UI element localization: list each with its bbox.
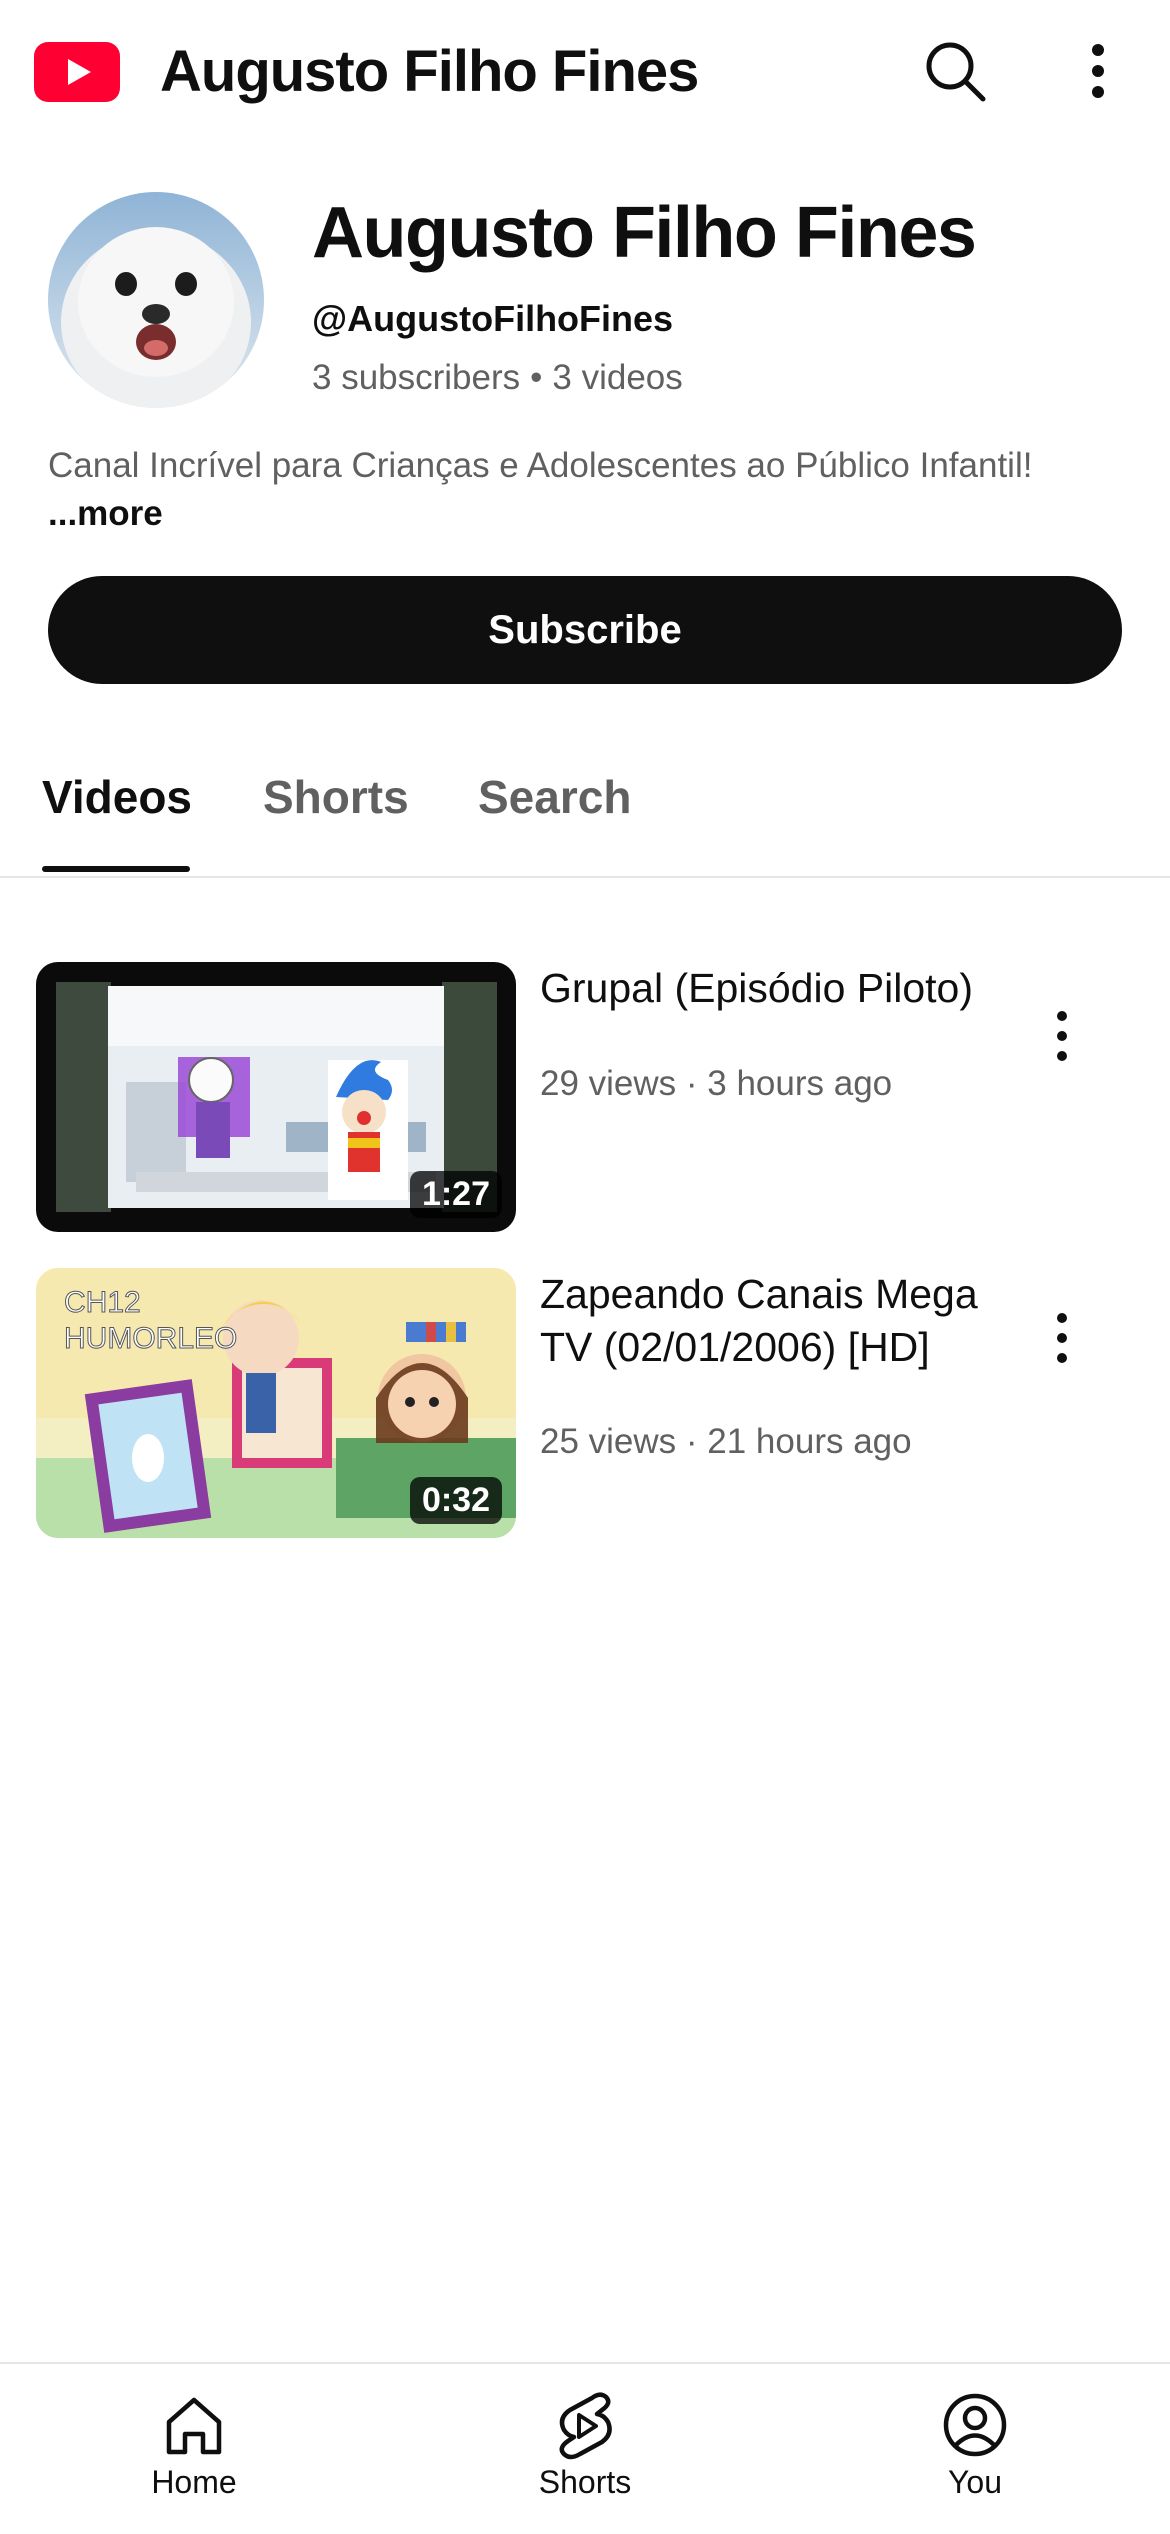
youtube-logo-icon[interactable] <box>34 42 120 102</box>
video-thumbnail[interactable]: CH12 HUMORLEO 0:32 <box>36 1268 516 1538</box>
video-meta: 29 views · 3 hours ago <box>540 1064 893 1103</box>
nav-home[interactable]: Home <box>94 2390 294 2501</box>
active-tab-indicator <box>42 866 190 872</box>
subscriber-count: 3 subscribers <box>312 358 521 397</box>
video-list-item[interactable]: CH12 HUMORLEO 0:32 Zapeando Canais Mega … <box>0 1268 1170 1538</box>
channel-handle: @AugustoFilhoFines <box>312 298 674 339</box>
tab-videos[interactable]: Videos <box>42 770 192 824</box>
bottom-navigation: Home Shorts You <box>0 2362 1170 2534</box>
more-link[interactable]: ...more <box>48 494 163 534</box>
nav-shorts-label: Shorts <box>538 2464 632 2500</box>
home-icon <box>166 2397 222 2455</box>
tab-shorts[interactable]: Shorts <box>263 770 409 824</box>
app-bar-title: Augusto Filho Fines <box>160 39 699 104</box>
channel-tabs: Videos Shorts Search <box>0 740 1170 878</box>
search-icon[interactable] <box>920 36 990 106</box>
thumb-overlay-line-2: HUMORLEO <box>64 1322 237 1355</box>
channel-stats: 3 subscribers • 3 videos <box>312 358 683 398</box>
video-more-icon[interactable] <box>1040 1308 1084 1368</box>
video-more-icon[interactable] <box>1040 1006 1084 1066</box>
separator-dot: • <box>530 358 543 397</box>
video-title[interactable]: Grupal (Episódio Piloto) <box>540 962 980 1015</box>
nav-home-label: Home <box>151 2464 237 2500</box>
video-list-item[interactable]: 1:27 Grupal (Episódio Piloto) 29 views ·… <box>0 962 1170 1232</box>
account-icon <box>943 2393 1007 2457</box>
video-duration: 0:32 <box>409 1477 502 1524</box>
nav-you-label: You <box>948 2464 1002 2500</box>
channel-avatar[interactable] <box>48 192 264 408</box>
nav-shorts[interactable]: Shorts <box>485 2390 685 2501</box>
more-vert-icon[interactable] <box>1070 36 1126 106</box>
seal-avatar-image <box>48 192 264 408</box>
video-duration: 1:27 <box>409 1171 502 1218</box>
tab-search[interactable]: Search <box>478 770 631 824</box>
channel-description[interactable]: Canal Incrível para Crianças e Adolescen… <box>48 446 1032 486</box>
thumb-overlay-line-1: CH12 <box>64 1286 141 1319</box>
shorts-icon <box>559 2392 612 2460</box>
video-count: 3 videos <box>552 358 683 397</box>
channel-name: Augusto Filho Fines <box>312 193 977 273</box>
nav-you[interactable]: You <box>875 2390 1075 2501</box>
video-title[interactable]: Zapeando Canais Mega TV (02/01/2006) [HD… <box>540 1268 980 1374</box>
video-meta: 25 views · 21 hours ago <box>540 1422 912 1461</box>
subscribe-button[interactable]: Subscribe <box>48 576 1122 684</box>
video-thumbnail[interactable]: 1:27 <box>36 962 516 1232</box>
app-bar: Augusto Filho Fines <box>0 0 1170 150</box>
